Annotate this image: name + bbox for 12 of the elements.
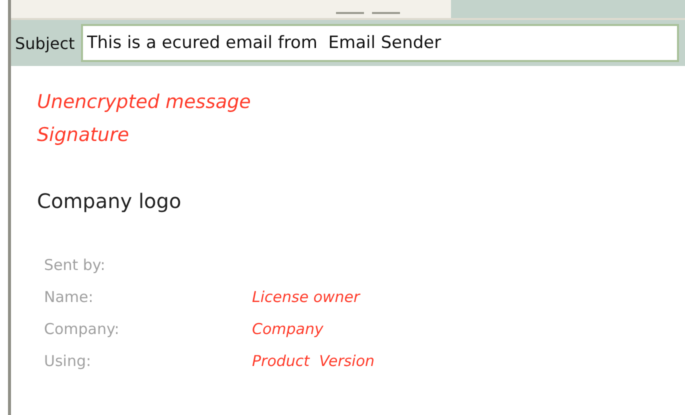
field-value: License owner <box>252 287 362 308</box>
logo-placeholder-text: Company logo <box>37 189 182 213</box>
field-label: Company: <box>44 319 120 340</box>
field-value: Company <box>252 319 324 340</box>
field-value: Product Version <box>252 351 376 372</box>
subject-field[interactable]: This is a ecured email from Email Sender <box>80 24 679 62</box>
subject-label: Subject <box>15 34 75 52</box>
field-label: Name: <box>44 287 94 308</box>
field-label: Using: <box>44 351 92 372</box>
sent-by-heading: Sent by: <box>44 255 106 276</box>
notice-text: Signature <box>37 123 130 148</box>
notice-text: Unencrypted message <box>37 90 252 115</box>
